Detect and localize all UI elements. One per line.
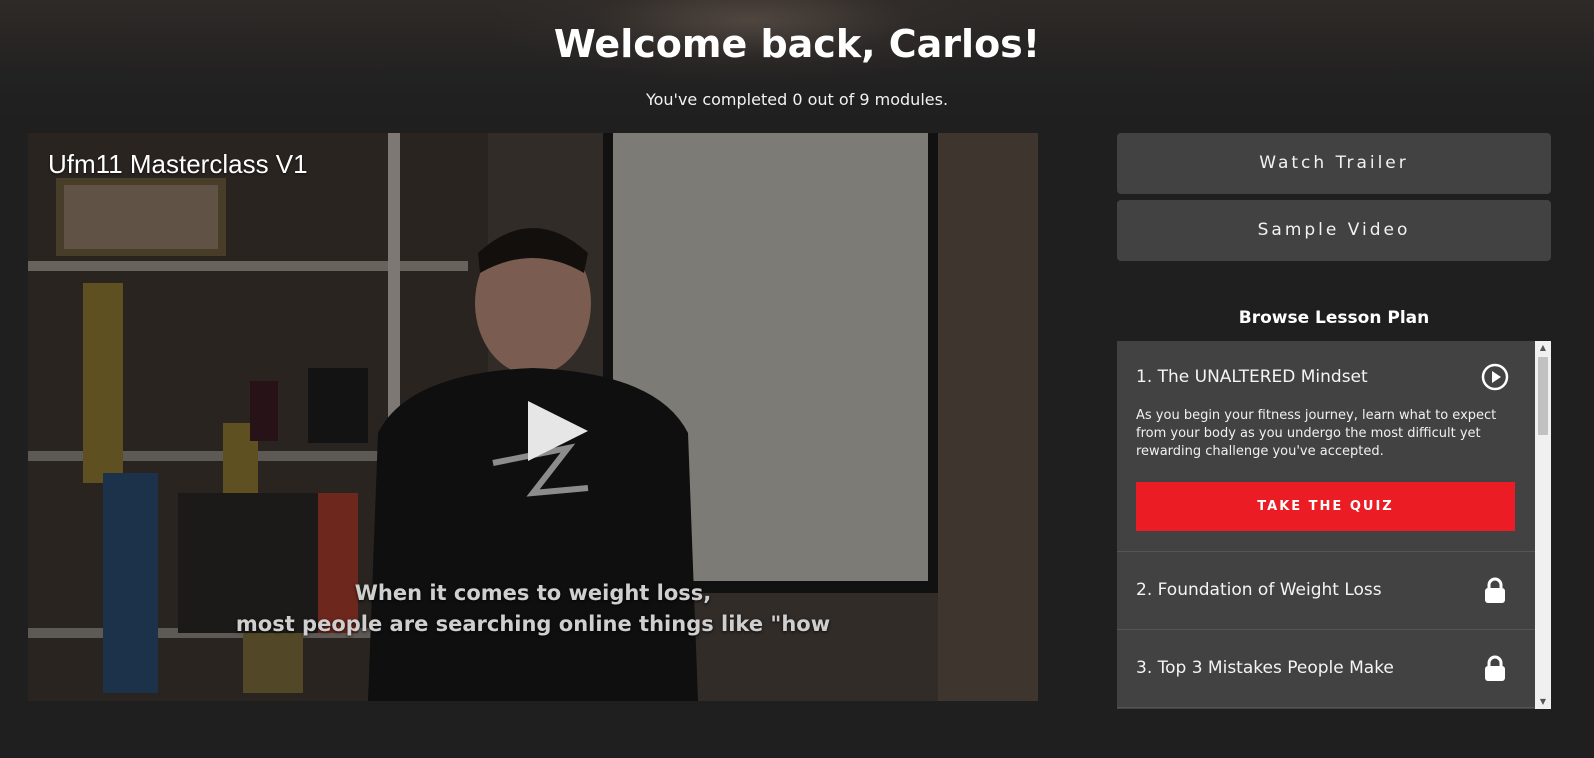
lesson-label: 2. Foundation of Weight Loss [1136, 580, 1382, 600]
lock-icon [1485, 655, 1505, 681]
page-title: Welcome back, Carlos! [553, 22, 1041, 66]
lesson-list: 1. The UNALTERED Mindset As you begin yo… [1117, 341, 1535, 708]
lesson-label: 3. Top 3 Mistakes People Make [1136, 658, 1394, 678]
play-icon [528, 401, 588, 461]
browse-lesson-plan-heading: Browse Lesson Plan [1238, 308, 1430, 328]
play-circle-icon[interactable] [1481, 363, 1509, 391]
scroll-thumb[interactable] [1538, 357, 1548, 435]
progress-text: You've completed 0 out of 9 modules. [645, 90, 949, 109]
lesson-description: As you begin your fitness journey, learn… [1136, 408, 1497, 459]
watch-trailer-button[interactable]: Watch Trailer [1117, 133, 1551, 194]
video-player[interactable]: Ufm11 Masterclass V1 When it comes to we… [28, 133, 1038, 701]
lesson-item: 3. Top 3 Mistakes People Make [1117, 630, 1535, 708]
video-subtitle-line: most people are searching online things … [235, 612, 831, 636]
sample-video-button[interactable]: Sample Video [1117, 200, 1551, 261]
lesson-plan-panel[interactable]: 1. The UNALTERED Mindset As you begin yo… [1117, 341, 1551, 709]
lesson-item: 2. Foundation of Weight Loss [1117, 552, 1535, 630]
take-quiz-button[interactable]: TAKE THE QUIZ [1136, 482, 1515, 531]
scroll-down-arrow-icon[interactable]: ▼ [1535, 695, 1551, 709]
video-subtitle-line: When it comes to weight loss, [354, 581, 712, 605]
video-title: Ufm11 Masterclass V1 [48, 149, 308, 179]
lesson-header[interactable]: 2. Foundation of Weight Loss [1117, 552, 1535, 629]
lesson-header[interactable]: 1. The UNALTERED Mindset [1117, 341, 1535, 413]
scroll-up-arrow-icon[interactable]: ▲ [1535, 341, 1551, 355]
play-button[interactable] [506, 381, 606, 481]
lesson-label: 1. The UNALTERED Mindset [1136, 367, 1368, 387]
lesson-header[interactable]: 3. Top 3 Mistakes People Make [1117, 630, 1535, 707]
lesson-scrollbar[interactable]: ▲ ▼ [1535, 341, 1551, 709]
lock-icon [1485, 577, 1505, 603]
lesson-item: 1. The UNALTERED Mindset As you begin yo… [1117, 341, 1535, 552]
